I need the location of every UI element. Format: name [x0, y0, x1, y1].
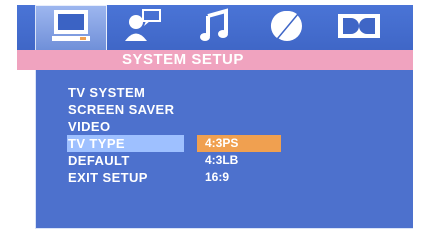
person-speech-icon: [123, 8, 163, 49]
menu-item-tv-system[interactable]: TV SYSTEM: [67, 84, 184, 101]
menu-item-screen-saver[interactable]: SCREEN SAVER: [67, 101, 184, 118]
option-4-3ps[interactable]: 4:3PS: [197, 135, 281, 152]
option-16-9[interactable]: 16:9: [197, 169, 281, 186]
tab-bar: [17, 5, 413, 52]
monitor-icon: [51, 8, 91, 49]
tv-type-options: 4:3PS 4:3LB 16:9: [197, 135, 281, 186]
dolby-icon: [337, 12, 381, 45]
tab-language[interactable]: [107, 5, 179, 52]
menu-item-exit-setup[interactable]: EXIT SETUP: [67, 169, 184, 186]
tab-system[interactable]: [35, 5, 107, 52]
tab-dolby[interactable]: [323, 5, 395, 52]
music-note-icon: [197, 8, 233, 49]
contrast-circle-icon: [269, 8, 305, 49]
option-4-3lb[interactable]: 4:3LB: [197, 152, 281, 169]
page-title: SYSTEM SETUP: [122, 51, 244, 68]
menu-item-video[interactable]: VIDEO: [67, 118, 184, 135]
tab-video[interactable]: [251, 5, 323, 52]
menu-item-tv-type[interactable]: TV TYPE: [67, 135, 184, 152]
tab-audio[interactable]: [179, 5, 251, 52]
setup-menu: TV SYSTEM SCREEN SAVER VIDEO TV TYPE DEF…: [67, 84, 184, 186]
menu-item-default[interactable]: DEFAULT: [67, 152, 184, 169]
setup-screen: SYSTEM SETUP TV SYSTEM SCREEN SAVER VIDE…: [0, 0, 421, 240]
